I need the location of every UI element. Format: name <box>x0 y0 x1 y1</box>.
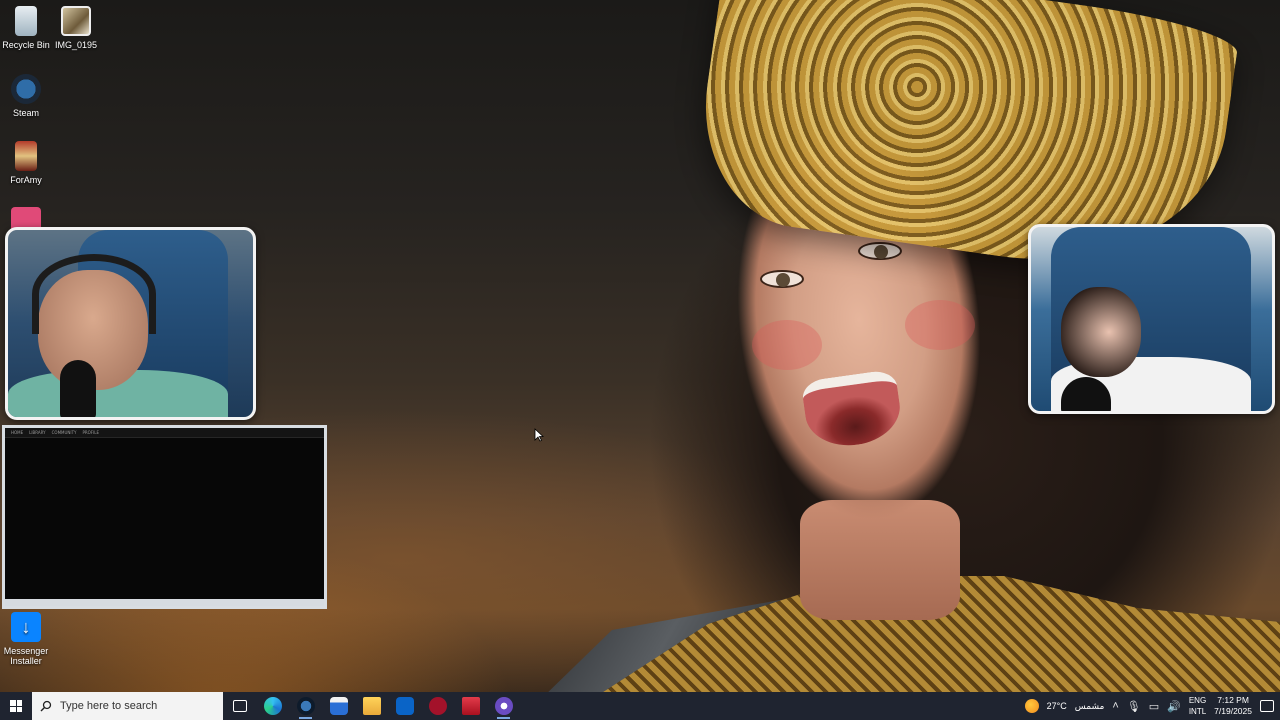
file-explorer-button[interactable] <box>355 692 388 720</box>
screen-capture-preview: HOME LIBRARY COMMUNITY PROFILE <box>2 425 327 609</box>
desktop-icon-label: ForAmy <box>10 175 42 185</box>
search-placeholder: Type here to search <box>60 700 158 712</box>
image-file-icon <box>61 6 91 36</box>
clock-time: 7:12 PM <box>1217 695 1249 705</box>
voicemod-button[interactable] <box>454 692 487 720</box>
mini-menu-item: COMMUNITY <box>51 430 77 435</box>
mini-menu-item: LIBRARY <box>29 430 46 435</box>
desktop-icon-label: Messenger Installer <box>3 646 49 666</box>
webcam-left <box>5 227 256 420</box>
desktop-icon-steam[interactable]: Steam <box>0 74 52 118</box>
windows-icon <box>10 700 22 712</box>
microphone <box>60 360 96 417</box>
desktop-icon-label: Recycle Bin <box>2 40 50 50</box>
taskbar-search[interactable]: Type here to search <box>32 692 223 720</box>
wallpaper-eye <box>760 270 804 288</box>
valorant-icon <box>428 697 447 715</box>
weather-temperature[interactable]: 27°C <box>1047 701 1067 711</box>
store-button[interactable] <box>322 692 355 720</box>
mini-menu-item: HOME <box>11 430 24 435</box>
keyboard-layout: INTL <box>1188 707 1207 716</box>
outlook-icon <box>395 697 414 715</box>
system-tray: 27°C مشمس ˄ 🎙 ▭ 🔊 ENG INTL 7:12 PM 7/19/… <box>1024 695 1280 717</box>
desktop-icon-img-0195[interactable]: IMG_0195 <box>50 6 102 50</box>
notification-icon[interactable] <box>1260 700 1274 712</box>
mini-taskbar <box>5 599 324 606</box>
mouse-cursor-icon <box>534 428 544 442</box>
task-view-icon <box>232 700 247 712</box>
steam-icon <box>11 74 41 104</box>
person-head <box>1061 287 1141 377</box>
clock-date: 7/19/2025 <box>1214 706 1252 716</box>
clock[interactable]: 7:12 PM 7/19/2025 <box>1214 695 1252 717</box>
desktop-icon-messenger-installer[interactable]: ↓ Messenger Installer <box>0 612 52 666</box>
obs-icon <box>494 697 513 715</box>
language-code: ENG <box>1188 696 1207 705</box>
language-indicator[interactable]: ENG INTL <box>1189 695 1206 717</box>
edge-button[interactable] <box>256 692 289 720</box>
start-button[interactable] <box>0 692 32 720</box>
edge-icon <box>263 697 282 715</box>
headphones <box>32 254 156 334</box>
taskbar: Type here to search 27°C مشمس ˄ 🎙 ▭ 🔊 EN… <box>0 692 1280 720</box>
weather-condition[interactable]: مشمس <box>1075 701 1105 712</box>
desktop-icon-foramy[interactable]: ForAmy <box>0 141 52 185</box>
steam-taskbar-icon <box>296 697 315 715</box>
chevron-up-icon[interactable]: ˄ <box>1112 700 1118 712</box>
picture-file-icon <box>15 141 37 171</box>
messenger-installer-icon: ↓ <box>11 612 41 642</box>
store-icon <box>329 697 348 715</box>
recycle-bin-icon <box>15 6 37 36</box>
outlook-button[interactable] <box>388 692 421 720</box>
valorant-button[interactable] <box>421 692 454 720</box>
obs-button[interactable] <box>487 692 520 720</box>
microphone-icon[interactable]: 🎙 <box>1127 700 1141 713</box>
webcam-right <box>1028 224 1275 414</box>
wallpaper-cheek <box>752 320 822 370</box>
desktop-icon-label: IMG_0195 <box>54 40 98 50</box>
network-icon[interactable]: ▭ <box>1149 700 1159 713</box>
wallpaper-eye <box>858 242 902 260</box>
volume-icon[interactable]: 🔊 <box>1167 700 1181 713</box>
steam-taskbar-button[interactable] <box>289 692 322 720</box>
file-explorer-icon <box>362 697 381 715</box>
mini-menu-item: PROFILE <box>82 430 100 435</box>
wallpaper-cheek <box>905 300 975 350</box>
search-icon <box>40 700 52 712</box>
desktop-icon-recycle-bin[interactable]: Recycle Bin <box>0 6 52 50</box>
weather-icon[interactable] <box>1024 699 1039 713</box>
voicemod-icon <box>461 697 480 715</box>
task-view-button[interactable] <box>223 692 256 720</box>
mini-menu-bar: HOME LIBRARY COMMUNITY PROFILE <box>5 428 324 438</box>
desktop-icon-label: Steam <box>12 108 39 118</box>
